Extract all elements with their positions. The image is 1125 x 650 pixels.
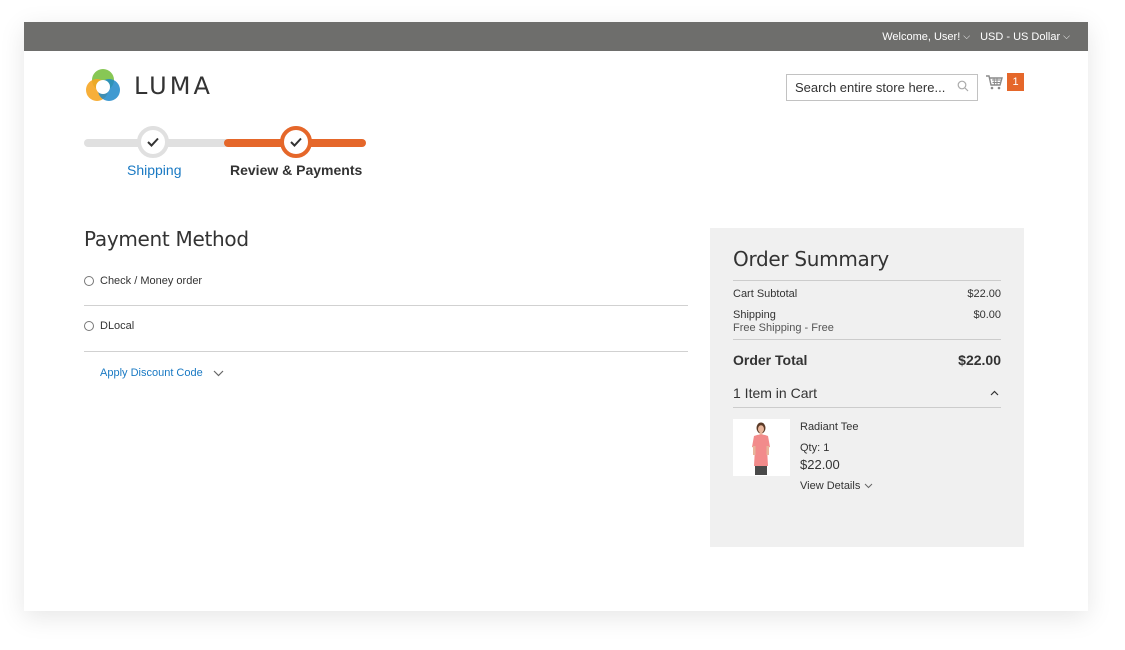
currency-switcher[interactable]: USD - US Dollar ⌵ bbox=[980, 31, 1070, 43]
cart-subtotal-row: Cart Subtotal $22.00 bbox=[733, 288, 1001, 300]
shipping-method-text: Free Shipping - Free bbox=[733, 322, 1001, 340]
logo-text: LUMA bbox=[134, 72, 213, 100]
search-input[interactable] bbox=[795, 80, 945, 95]
payment-option-dlocal[interactable]: DLocal bbox=[84, 320, 688, 332]
minicart[interactable]: 1 bbox=[985, 73, 1024, 91]
order-total-row: Order Total $22.00 bbox=[733, 352, 1001, 368]
step-shipping-label[interactable]: Shipping bbox=[127, 162, 182, 178]
order-summary: Order Summary Cart Subtotal $22.00 Shipp… bbox=[710, 228, 1024, 547]
welcome-text: Welcome, User! bbox=[882, 30, 961, 43]
divider bbox=[84, 305, 688, 306]
payment-option-checkmo[interactable]: Check / Money order bbox=[84, 275, 688, 287]
chevron-down-icon bbox=[213, 370, 224, 376]
subtotal-label: Cart Subtotal bbox=[733, 288, 798, 300]
product-name: Radiant Tee bbox=[800, 421, 859, 433]
cart-item: Radiant Tee Qty: 1 $22.00 View Details bbox=[733, 419, 1001, 492]
step-review-label: Review & Payments bbox=[230, 162, 363, 178]
order-summary-title: Order Summary bbox=[733, 247, 1001, 281]
header: LUMA 1 bbox=[24, 51, 1088, 111]
divider bbox=[84, 351, 688, 352]
shipping-row: Shipping $0.00 bbox=[733, 309, 1001, 321]
shipping-label: Shipping bbox=[733, 309, 776, 321]
radio-button[interactable] bbox=[84, 321, 94, 331]
customer-menu[interactable]: Welcome, User! ⌵ bbox=[882, 31, 970, 43]
checkmark-icon bbox=[290, 137, 302, 147]
checkout-progress-bar: Shipping Review & Payments bbox=[84, 126, 374, 186]
step-shipping-marker[interactable] bbox=[137, 126, 169, 158]
radio-button[interactable] bbox=[84, 276, 94, 286]
discount-label: Apply Discount Code bbox=[100, 367, 203, 379]
cart-icon bbox=[986, 75, 1003, 90]
payment-option-label: Check / Money order bbox=[100, 275, 203, 287]
search-icon[interactable] bbox=[957, 80, 969, 95]
product-price: $22.00 bbox=[800, 457, 840, 472]
product-qty: Qty: 1 bbox=[800, 442, 830, 454]
luma-logo-icon bbox=[86, 69, 120, 101]
step-review-marker bbox=[280, 126, 312, 158]
checkmark-icon bbox=[147, 137, 159, 147]
shipping-value: $0.00 bbox=[973, 309, 1001, 321]
item-details: Radiant Tee Qty: 1 $22.00 View Details bbox=[800, 419, 873, 492]
subtotal-value: $22.00 bbox=[967, 288, 1001, 300]
payment-method-title: Payment Method bbox=[84, 227, 249, 251]
view-details-label: View Details bbox=[800, 480, 861, 492]
apply-discount-toggle[interactable]: Apply Discount Code bbox=[100, 367, 224, 379]
chevron-up-icon bbox=[990, 390, 999, 396]
chevron-down-icon: ⌵ bbox=[1063, 31, 1070, 41]
items-in-cart-label: 1 Item in Cart bbox=[733, 385, 818, 401]
chevron-down-icon bbox=[864, 483, 873, 489]
product-thumbnail bbox=[733, 419, 790, 476]
view-details-toggle[interactable]: View Details bbox=[800, 480, 873, 492]
currency-text: USD - US Dollar bbox=[980, 30, 1061, 43]
cart-count-badge: 1 bbox=[1007, 73, 1024, 91]
total-label: Order Total bbox=[733, 352, 808, 368]
chevron-down-icon: ⌵ bbox=[963, 31, 971, 41]
browser-window: Welcome, User! ⌵ USD - US Dollar ⌵ LUMA bbox=[24, 22, 1088, 611]
total-value: $22.00 bbox=[958, 352, 1001, 368]
items-in-cart-toggle[interactable]: 1 Item in Cart bbox=[733, 385, 1001, 408]
search-box[interactable] bbox=[786, 74, 978, 101]
store-logo[interactable]: LUMA bbox=[84, 67, 213, 105]
tee-image-icon bbox=[752, 422, 770, 475]
top-panel: Welcome, User! ⌵ USD - US Dollar ⌵ bbox=[24, 22, 1088, 51]
payment-option-label: DLocal bbox=[100, 320, 135, 332]
